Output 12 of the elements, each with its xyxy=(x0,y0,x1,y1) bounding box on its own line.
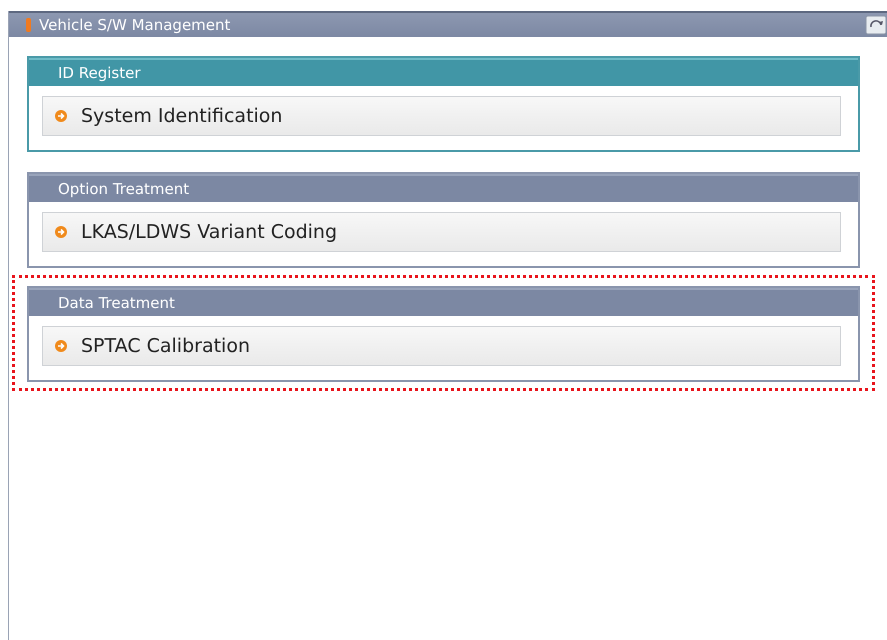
group-header: Data Treatment xyxy=(29,288,858,316)
arrow-icon xyxy=(55,110,67,122)
menu-item-button[interactable]: LKAS/LDWS Variant Coding xyxy=(42,212,841,252)
arrow-icon xyxy=(55,340,67,352)
menu-item-button[interactable]: SPTAC Calibration xyxy=(42,326,841,366)
arrow-icon xyxy=(55,226,67,238)
window-title: Vehicle S/W Management xyxy=(39,16,232,34)
menu-item-button[interactable]: System Identification xyxy=(42,96,841,136)
retry-icon[interactable] xyxy=(865,15,887,35)
group-header: ID Register xyxy=(29,58,858,86)
title-marker-icon xyxy=(26,18,31,32)
group-header: Option Treatment xyxy=(29,174,858,202)
